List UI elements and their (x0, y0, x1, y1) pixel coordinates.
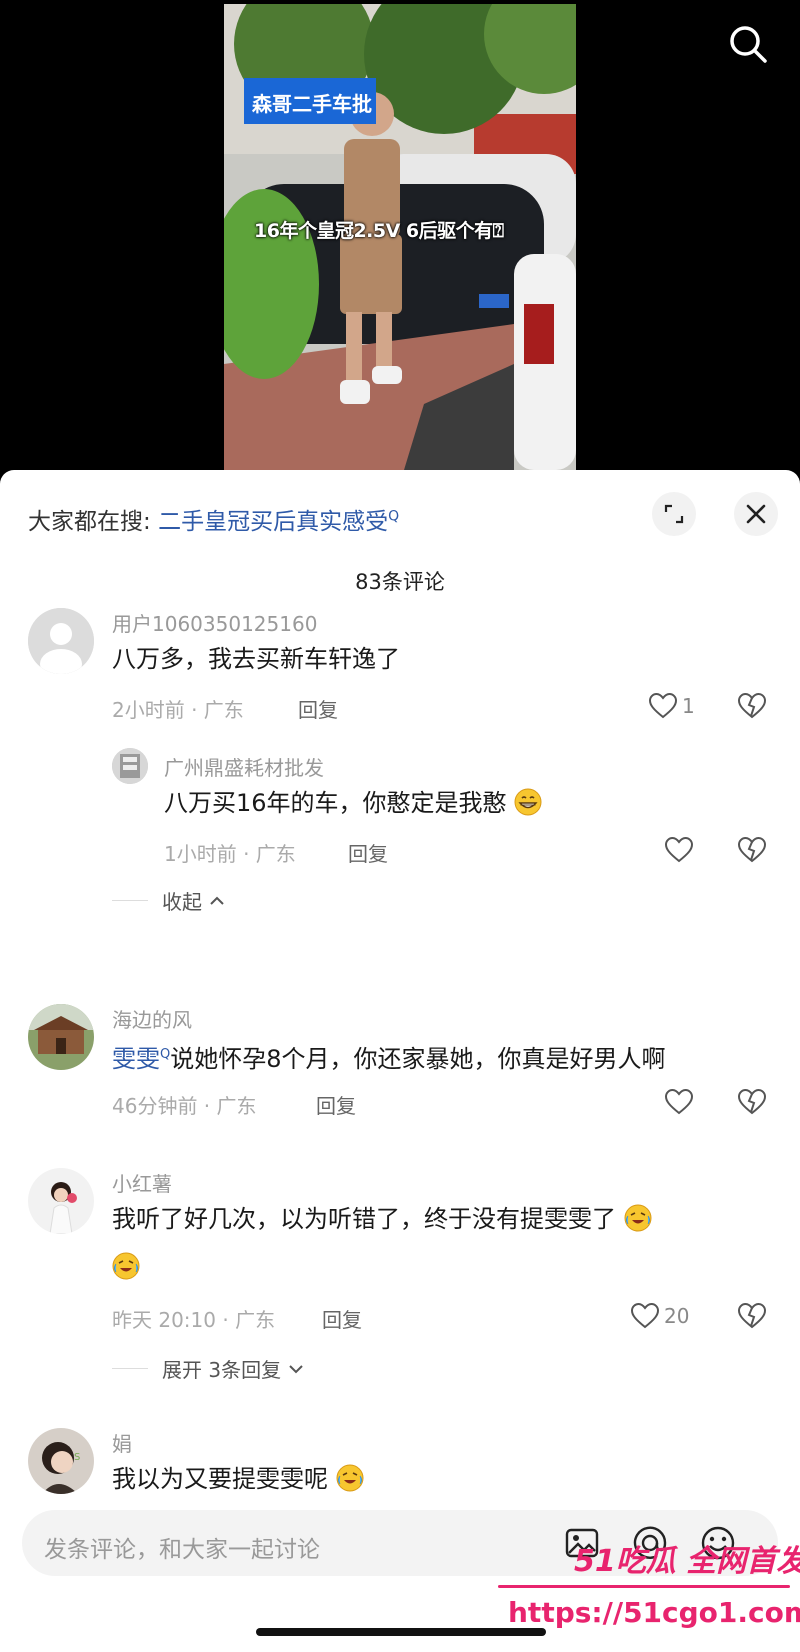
video-frame[interactable]: 森哥二手车批 16年个皇冠2.5V 6后驱个有⍰ (224, 4, 576, 470)
reply-button[interactable]: 回复 (316, 1090, 356, 1119)
toggle-label: 收起 (162, 890, 202, 914)
like-count: 1 (682, 694, 695, 718)
comment-body: 说她怀孕8个月，你还家暴她，你真是好男人啊 (170, 1045, 666, 1073)
watermark-url: https://51cgo1.com (508, 1596, 800, 1629)
shop-sign: 森哥二手车批 (244, 78, 376, 124)
comment-meta: 昨天 20:10 · 广东 (112, 1308, 276, 1332)
divider (112, 900, 148, 901)
comment-text: 雯雯Q说她怀孕8个月，你还家暴她，你真是好男人啊 (112, 1038, 666, 1076)
collapse-replies-toggle[interactable]: 收起 (112, 886, 226, 915)
expand-replies-toggle[interactable]: 展开 3条回复 (112, 1354, 305, 1383)
comment-count: 83条评论 (355, 570, 445, 594)
username[interactable]: 小红薯 (112, 1168, 172, 1197)
dislike-button[interactable] (736, 1088, 768, 1120)
comment-text: 我听了好几次，以为听错了，终于没有提雯雯了 (112, 1202, 652, 1236)
crying-laughing-emoji-icon (336, 1464, 364, 1492)
username[interactable]: 海边的风 (112, 1004, 192, 1033)
avatar[interactable] (28, 608, 94, 674)
comment-item: 小红薯 我听了好几次，以为听错了，终于没有提雯雯了 昨天 20:10 · 广东 … (0, 1160, 800, 1400)
comment-input[interactable]: 发条评论，和大家一起讨论 (44, 1530, 320, 1564)
heart-icon (664, 836, 694, 863)
comment-meta: 46分钟前 · 广东 (112, 1094, 257, 1118)
heart-icon (630, 1302, 660, 1329)
comment-meta: 1小时前 · 广东 (164, 842, 296, 866)
heart-icon (648, 692, 678, 719)
comment-sheet: 大家都在搜: 二手皇冠买后真实感受Q 83条评论 用户1060350125160… (0, 470, 800, 1652)
home-indicator[interactable] (256, 1628, 546, 1636)
grin-emoji-icon (514, 788, 542, 816)
watermark-title: 51吃瓜 全网首发 (574, 1544, 800, 1579)
like-button[interactable] (664, 836, 694, 864)
comment-body: 我听了好几次，以为听错了，终于没有提雯雯了 (112, 1205, 616, 1233)
avatar[interactable] (28, 1168, 94, 1234)
broken-heart-icon (737, 836, 767, 863)
comment-item: 用户1060350125160 八万多，我去买新车轩逸了 2小时前 · 广东 回… (0, 596, 800, 926)
close-button[interactable] (734, 492, 778, 536)
avatar[interactable] (28, 1004, 94, 1070)
like-button[interactable] (664, 1088, 694, 1116)
expand-button[interactable] (652, 492, 696, 536)
crying-laughing-emoji-icon (624, 1204, 652, 1232)
search-icon[interactable] (726, 22, 770, 66)
comment-item: 海边的风 雯雯Q说她怀孕8个月，你还家暴她，你真是好男人啊 46分钟前 · 广东… (0, 996, 800, 1136)
everyone-search[interactable]: 大家都在搜: 二手皇冠买后真实感受Q (28, 502, 399, 536)
expand-icon (664, 504, 684, 524)
dislike-button[interactable] (736, 692, 768, 724)
broken-heart-icon (737, 1088, 767, 1115)
comment-text: 我以为又要提雯雯呢 (112, 1462, 364, 1496)
comment-meta: 2小时前 · 广东 (112, 698, 244, 722)
search-term-link[interactable]: 二手皇冠买后真实感受 (158, 509, 388, 535)
reply-text: 八万买16年的车，你憨定是我憨 (164, 789, 507, 817)
username[interactable]: 用户1060350125160 (112, 608, 317, 637)
username[interactable]: 娟 (112, 1428, 132, 1457)
divider (112, 1368, 148, 1369)
comment-text: 八万多，我去买新车轩逸了 (112, 645, 400, 673)
reply-button[interactable]: 回复 (348, 838, 388, 867)
search-prefix: 大家都在搜: (28, 509, 151, 535)
close-icon (746, 504, 766, 524)
toggle-label: 展开 3条回复 (162, 1358, 282, 1382)
crying-laughing-emoji-icon (112, 1252, 140, 1280)
comment-text-continued (112, 1250, 140, 1284)
dislike-button[interactable] (736, 836, 768, 868)
like-button[interactable]: 20 (630, 1302, 689, 1330)
broken-heart-icon (737, 1302, 767, 1329)
avatar[interactable] (112, 748, 148, 784)
comment-text: 八万买16年的车，你憨定是我憨 (164, 786, 542, 820)
chevron-up-icon (210, 896, 224, 905)
video-caption: 16年个皇冠2.5V 6后驱个有⍰ (254, 220, 504, 242)
reply-button[interactable]: 回复 (322, 1304, 362, 1333)
svg-text:S: S (74, 1452, 80, 1463)
search-icon: Q (160, 1047, 171, 1062)
like-button[interactable]: 1 (648, 692, 695, 720)
watermark-divider (498, 1585, 790, 1588)
comment-body: 我以为又要提雯雯呢 (112, 1465, 328, 1493)
avatar[interactable]: S (28, 1428, 94, 1494)
like-count: 20 (664, 1304, 690, 1328)
chevron-down-icon (289, 1364, 303, 1373)
dislike-button[interactable] (736, 1302, 768, 1334)
mention-link[interactable]: 雯雯 (112, 1045, 160, 1073)
broken-heart-icon (737, 692, 767, 719)
username[interactable]: 广州鼎盛耗材批发 (164, 752, 324, 781)
sheet-header: 大家都在搜: 二手皇冠买后真实感受Q (0, 470, 800, 536)
video-area[interactable]: 森哥二手车批 16年个皇冠2.5V 6后驱个有⍰ (0, 0, 800, 470)
reply-button[interactable]: 回复 (298, 694, 338, 723)
search-icon: Q (388, 508, 400, 525)
heart-icon (664, 1088, 694, 1115)
